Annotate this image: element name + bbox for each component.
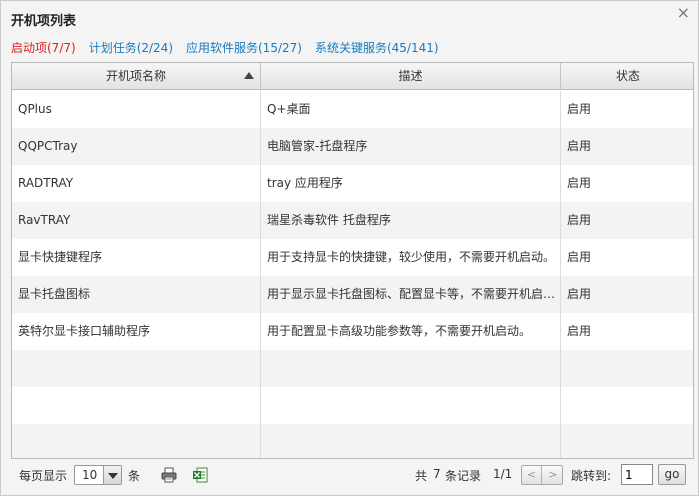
per-page-label: 每页显示: [19, 469, 68, 483]
cell-description: 瑞星杀毒软件 托盘程序: [261, 202, 561, 239]
excel-export-icon[interactable]: [192, 467, 208, 483]
tab-scheduled-tasks[interactable]: 计划任务(2/24): [89, 39, 173, 56]
next-page-button[interactable]: >: [543, 466, 563, 484]
empty-row: [12, 387, 693, 424]
table-row[interactable]: 显卡快捷键程序 用于支持显卡的快捷键，较少使用，不需要开机启动。 启用: [12, 239, 693, 276]
close-icon[interactable]: ×: [677, 5, 690, 21]
cell-status: 启用: [567, 139, 592, 153]
empty-cell: [561, 424, 693, 458]
empty-cell: [12, 350, 261, 387]
cell-name: RavTRAY: [12, 202, 261, 239]
empty-cell: [12, 387, 261, 424]
cell-status: 启用: [567, 287, 592, 301]
total-suffix: 条记录: [445, 469, 482, 483]
total-prefix: 共: [415, 469, 428, 483]
category-tabs: 启动项(7/7) 计划任务(2/24) 应用软件服务(15/27) 系统关键服务…: [11, 39, 439, 56]
table-row[interactable]: QQPCTray 电脑管家-托盘程序 启用: [12, 128, 693, 165]
table-body: QPlus Q+桌面 启用 QQPCTray 电脑管家-托盘程序 启用 RADT…: [12, 91, 693, 458]
cell-name: QQPCTray: [12, 128, 261, 165]
column-header-description[interactable]: 描述: [261, 63, 561, 90]
empty-cell: [261, 387, 561, 424]
empty-row: [12, 424, 693, 458]
cell-name: QPlus: [12, 91, 261, 128]
jump-page-input[interactable]: [621, 464, 653, 485]
cell-name: 显卡托盘图标: [12, 276, 261, 313]
cell-name: 显卡快捷键程序: [12, 239, 261, 276]
column-header-name-label: 开机项名称: [105, 69, 166, 83]
cell-description: 用于显示显卡托盘图标、配置显卡等，不需要开机启动。: [261, 276, 561, 313]
chevron-down-icon[interactable]: [103, 466, 121, 484]
tab-app-services[interactable]: 应用软件服务(15/27): [186, 39, 302, 56]
cell-description: 用于支持显卡的快捷键，较少使用，不需要开机启动。: [261, 239, 561, 276]
startup-items-table: 开机项名称 描述 状态 QPlus Q+桌面 启用 QQPCTray 电脑管家-…: [11, 62, 694, 459]
cell-name: 英特尔显卡接口辅助程序: [12, 313, 261, 350]
cell-description: Q+桌面: [261, 91, 561, 128]
column-header-name[interactable]: 开机项名称: [12, 63, 261, 90]
column-header-status[interactable]: 状态: [561, 63, 693, 90]
pagination-bar: 每页显示 10 条 共 7 条记录 1/1 < > 跳转到: 1 go: [11, 461, 694, 489]
printer-icon[interactable]: [161, 467, 177, 483]
cell-description: tray 应用程序: [261, 165, 561, 202]
per-page-select[interactable]: 10: [74, 465, 122, 485]
cell-name: RADTRAY: [12, 165, 261, 202]
cell-status: 启用: [567, 176, 592, 190]
table-row[interactable]: RADTRAY tray 应用程序 启用: [12, 165, 693, 202]
empty-cell: [261, 424, 561, 458]
cell-description: 用于配置显卡高级功能参数等，不需要开机启动。: [261, 313, 561, 350]
cell-status: 启用: [567, 324, 592, 338]
sort-ascending-icon[interactable]: [244, 72, 254, 79]
dialog-title: 开机项列表: [11, 14, 77, 29]
tab-system-services[interactable]: 系统关键服务(45/141): [315, 39, 439, 56]
page-info: 1/1: [493, 467, 513, 481]
empty-cell: [561, 387, 693, 424]
startup-items-dialog: 开机项列表 × 启动项(7/7) 计划任务(2/24) 应用软件服务(15/27…: [0, 0, 699, 496]
per-page-value: 10: [82, 468, 98, 482]
go-button[interactable]: go: [658, 464, 686, 485]
empty-cell: [261, 350, 561, 387]
cell-status: 启用: [567, 213, 592, 227]
table-header: 开机项名称 描述 状态: [12, 63, 693, 90]
table-row[interactable]: 显卡托盘图标 用于显示显卡托盘图标、配置显卡等，不需要开机启动。 启用: [12, 276, 693, 313]
tab-startup-items[interactable]: 启动项(7/7): [11, 39, 76, 56]
empty-row: [12, 350, 693, 387]
table-row[interactable]: RavTRAY 瑞星杀毒软件 托盘程序 启用: [12, 202, 693, 239]
total-count: 7: [433, 467, 441, 481]
empty-cell: [12, 424, 261, 458]
table-row[interactable]: 英特尔显卡接口辅助程序 用于配置显卡高级功能参数等，不需要开机启动。 启用: [12, 313, 693, 350]
table-row[interactable]: QPlus Q+桌面 启用: [12, 91, 693, 128]
cell-status: 启用: [567, 250, 592, 264]
empty-cell: [561, 350, 693, 387]
page-nav: < >: [521, 465, 563, 485]
jump-label: 跳转到:: [571, 469, 612, 483]
per-page-unit: 条: [128, 469, 141, 483]
prev-page-button[interactable]: <: [522, 466, 542, 484]
cell-description: 电脑管家-托盘程序: [261, 128, 561, 165]
cell-status: 启用: [567, 102, 592, 116]
